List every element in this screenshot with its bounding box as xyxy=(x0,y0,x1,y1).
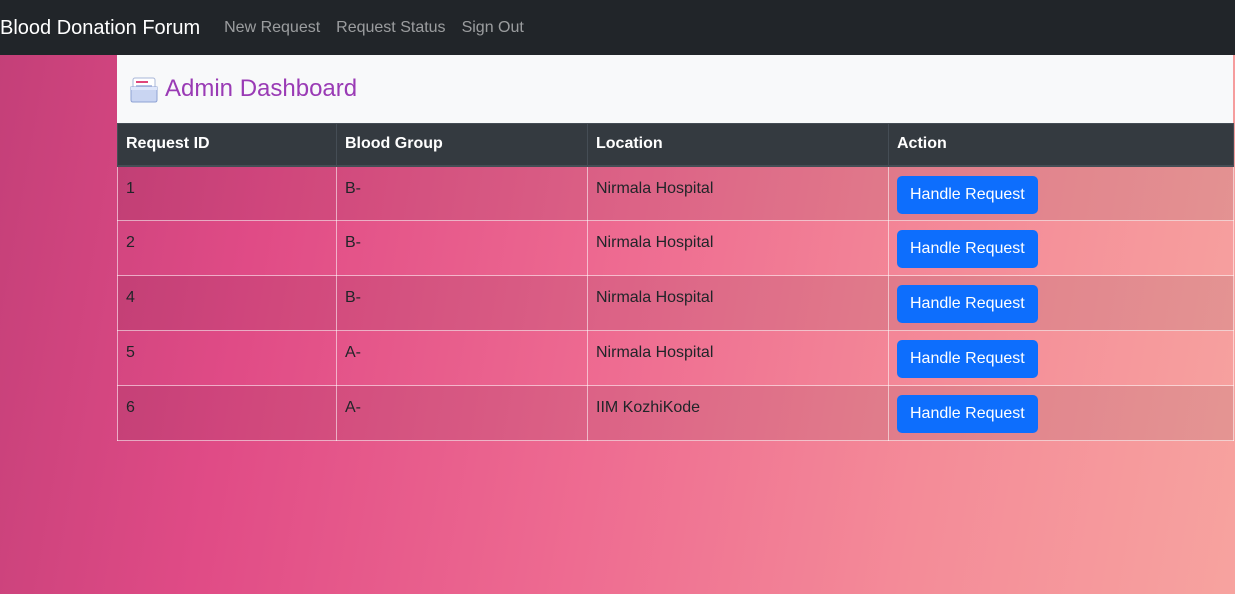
cell-request-id: 6 xyxy=(117,385,337,441)
page-title: Admin Dashboard xyxy=(165,75,358,102)
nav-link-request-status[interactable]: Request Status xyxy=(336,19,445,36)
handle-request-button[interactable]: Handle Request xyxy=(897,285,1038,323)
cell-blood-group: A- xyxy=(336,330,588,386)
cell-request-id: 5 xyxy=(117,330,337,386)
table-row: 2 B- Nirmala Hospital Handle Request xyxy=(117,220,1234,276)
cell-action: Handle Request xyxy=(888,330,1234,386)
cell-action: Handle Request xyxy=(888,275,1234,331)
document-stack-icon xyxy=(129,75,159,103)
cell-request-id: 4 xyxy=(117,275,337,331)
handle-request-button[interactable]: Handle Request xyxy=(897,175,1038,214)
handle-request-button[interactable]: Handle Request xyxy=(897,230,1038,268)
main-content: Admin Dashboard Request ID Blood Group L… xyxy=(117,55,1234,441)
cell-location: Nirmala Hospital xyxy=(587,220,889,276)
column-header-request-id: Request ID xyxy=(117,123,337,167)
cell-blood-group: A- xyxy=(336,385,588,441)
handle-request-button[interactable]: Handle Request xyxy=(897,395,1038,433)
cell-location: Nirmala Hospital xyxy=(587,275,889,331)
handle-request-button[interactable]: Handle Request xyxy=(897,340,1038,378)
cell-action: Handle Request xyxy=(888,165,1234,221)
nav-link-sign-out[interactable]: Sign Out xyxy=(462,19,524,36)
column-header-blood-group: Blood Group xyxy=(336,123,588,167)
table-row: 5 A- Nirmala Hospital Handle Request xyxy=(117,330,1234,386)
cell-location: Nirmala Hospital xyxy=(587,165,889,221)
table-row: 4 B- Nirmala Hospital Handle Request xyxy=(117,275,1234,331)
top-navbar: Blood Donation Forum New Request Request… xyxy=(0,0,1235,55)
cell-blood-group: B- xyxy=(336,220,588,276)
cell-location: Nirmala Hospital xyxy=(587,330,889,386)
requests-table: Request ID Blood Group Location Action 1… xyxy=(117,123,1234,441)
cell-action: Handle Request xyxy=(888,220,1234,276)
table-row: 6 A- IIM KozhiKode Handle Request xyxy=(117,385,1234,441)
cell-request-id: 2 xyxy=(117,220,337,276)
cell-request-id: 1 xyxy=(117,165,337,221)
nav-link-new-request[interactable]: New Request xyxy=(224,19,320,36)
cell-action: Handle Request xyxy=(888,385,1234,441)
cell-blood-group: B- xyxy=(336,275,588,331)
cell-location: IIM KozhiKode xyxy=(587,385,889,441)
table-row: 1 B- Nirmala Hospital Handle Request xyxy=(117,165,1234,221)
table-header-row: Request ID Blood Group Location Action xyxy=(117,123,1234,167)
column-header-action: Action xyxy=(888,123,1234,167)
dashboard-header: Admin Dashboard xyxy=(117,55,1233,123)
navbar-brand[interactable]: Blood Donation Forum xyxy=(0,18,200,38)
column-header-location: Location xyxy=(587,123,889,167)
cell-blood-group: B- xyxy=(336,165,588,221)
